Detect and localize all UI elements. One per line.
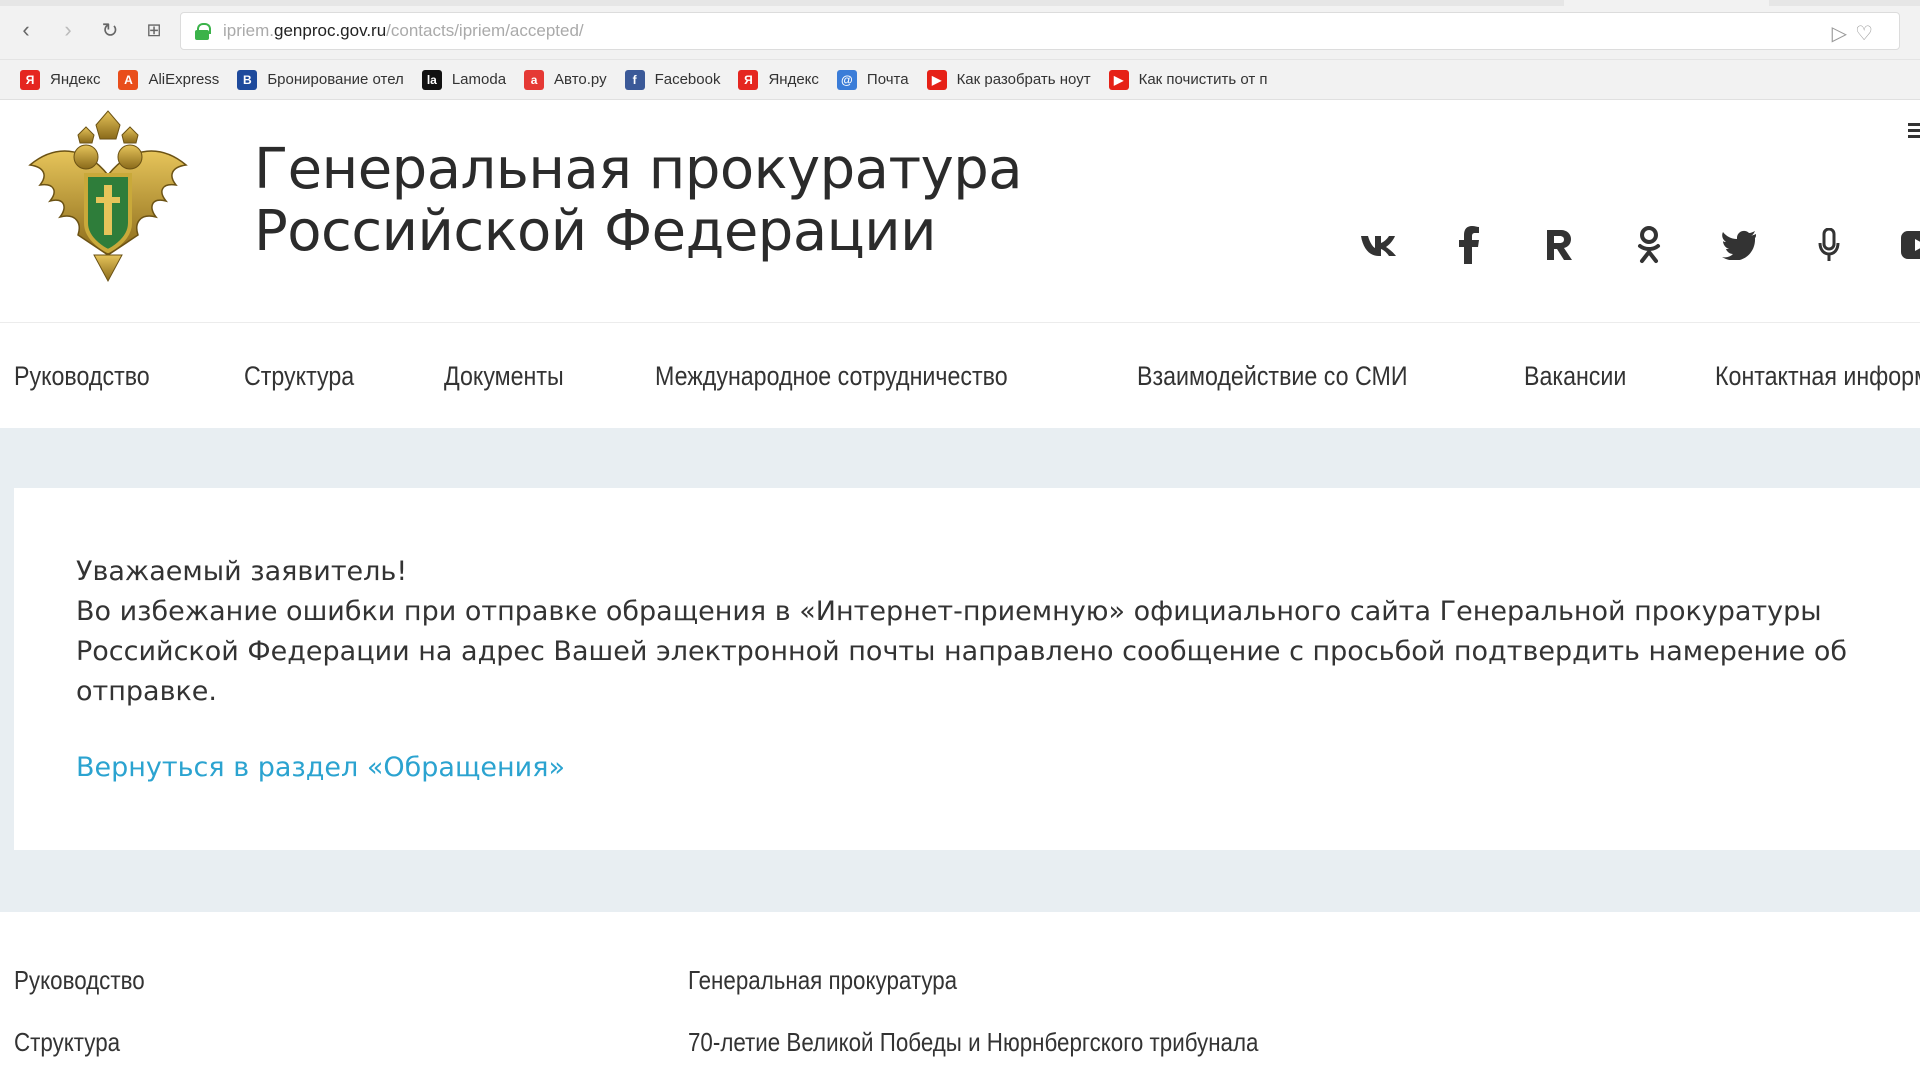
booking-icon: B [237, 69, 258, 90]
bookmark-label: Яндекс [768, 71, 819, 88]
nav-item[interactable]: Международное сотрудничество [655, 361, 1008, 392]
message-text: Во избежание ошибки при отправке обращен… [76, 596, 1848, 707]
nav-item[interactable]: Взаимодействие со СМИ [1137, 361, 1408, 392]
facebook-icon: f [624, 69, 645, 90]
bookmark-label: Авто.ру [554, 71, 607, 88]
footer: Руководство Структура Генеральная прокура… [0, 912, 1920, 1080]
youtube-icon[interactable] [1895, 221, 1920, 269]
bookmark-label: Яндекс [50, 71, 101, 88]
footer-link[interactable]: 70-летие Великой Победы и Нюрнбергского … [688, 1026, 1258, 1058]
bookmark-item[interactable]: A AliExpress [118, 69, 220, 90]
footer-right-column: Генеральная прокуратура 70-летие Великой … [688, 964, 1351, 1088]
bookmark-item[interactable]: ▶ Как разобрать ноут [926, 69, 1091, 90]
bookmark-label: AliExpress [148, 71, 220, 88]
reload-icon[interactable]: ↻ [96, 16, 124, 44]
bookmark-label: Бронирование отел [267, 71, 404, 88]
aliexpress-icon: A [118, 69, 139, 90]
bookmark-label: Как почистить от п [1138, 71, 1268, 88]
social-links [1355, 221, 1920, 269]
odnoklassniki-icon[interactable] [1625, 221, 1673, 269]
podcast-icon[interactable] [1805, 221, 1853, 269]
back-to-appeals-link[interactable]: Вернуться в раздел «Обращения» [76, 752, 565, 783]
bookmark-label: Lamoda [451, 71, 507, 88]
tabs-grid-icon[interactable]: ⊞ [140, 16, 168, 44]
url-path: /contacts/ipriem/accepted/ [386, 21, 584, 40]
address-actions: ▷♡ [1832, 21, 1881, 46]
url-prefix: ipriem. [223, 21, 275, 40]
menu-icon[interactable] [1908, 123, 1920, 141]
heart-icon[interactable]: ♡ [1855, 23, 1881, 45]
coat-of-arms-logo[interactable] [24, 105, 192, 291]
site-title-line1: Генеральная прокуратура [254, 137, 1023, 202]
send-icon[interactable]: ▷ [1832, 23, 1855, 45]
bookmark-label: Почта [866, 71, 909, 88]
bookmark-item[interactable]: f Facebook [624, 69, 721, 90]
footer-left-column: Руководство Структура [14, 964, 166, 1088]
lamoda-icon: la [421, 69, 442, 90]
lock-icon [195, 23, 211, 40]
active-tab[interactable] [1564, 0, 1769, 6]
bookmark-item[interactable]: ▶ Как почистить от п [1108, 69, 1268, 90]
yandex-icon: Я [20, 69, 40, 90]
nav-item[interactable]: Структура [244, 361, 354, 392]
bookmark-label: Facebook [654, 71, 721, 88]
nav-item[interactable]: Руководство [14, 361, 150, 392]
footer-link[interactable]: Руководство [14, 964, 145, 996]
mail-icon: @ [836, 69, 857, 90]
greeting: Уважаемый заявитель! [76, 556, 408, 587]
forward-icon[interactable]: › [54, 16, 82, 44]
bookmark-item[interactable]: Я Яндекс [738, 69, 819, 90]
twitter-icon[interactable] [1715, 221, 1763, 269]
nav-item[interactable]: Контактная информация [1715, 361, 1920, 392]
site-header: Генеральная прокуратура Российской Федер… [0, 101, 1920, 323]
footer-link[interactable]: Структура [14, 1026, 145, 1058]
bookmark-label: Как разобрать ноут [956, 71, 1091, 88]
youtube-icon: ▶ [1108, 69, 1129, 90]
bookmark-item[interactable]: B Бронирование отел [237, 69, 404, 90]
site-title: Генеральная прокуратура Российской Федер… [254, 137, 1023, 264]
browser-toolbar: ‹ › ↻ ⊞ ipriem. genproc.gov.ru/contacts/i… [0, 0, 1920, 60]
vk-icon[interactable] [1355, 221, 1403, 269]
bookmark-item[interactable]: la Lamoda [421, 69, 507, 90]
bookmark-item[interactable]: a Авто.ру [524, 69, 607, 90]
yandex-icon: Я [738, 69, 759, 90]
main-nav: Руководство Структура Документы Международн… [0, 324, 1920, 428]
rutube-icon[interactable] [1535, 221, 1583, 269]
message-body: Уважаемый заявитель! Во избежание ошибки… [76, 552, 1906, 712]
bookmark-item[interactable]: @ Почта [836, 69, 909, 90]
url-host: genproc.gov.ru [274, 21, 387, 40]
site-title-line2: Российской Федерации [254, 199, 937, 264]
bookmark-item[interactable]: Я Яндекс [20, 69, 101, 90]
nav-item[interactable]: Документы [444, 361, 564, 392]
tab-strip [0, 0, 1920, 6]
footer-link[interactable]: Генеральная прокуратура [688, 964, 1258, 996]
address-bar[interactable]: ipriem. genproc.gov.ru/contacts/ipriem/ac… [180, 12, 1900, 50]
bookmarks-bar: Я Яндекс A AliExpress B Бронирование отел la La… [0, 60, 1920, 100]
facebook-icon[interactable] [1445, 221, 1493, 269]
back-icon[interactable]: ‹ [12, 16, 40, 44]
nav-item[interactable]: Вакансии [1524, 361, 1626, 392]
youtube-icon: ▶ [926, 69, 947, 90]
autoru-icon: a [524, 69, 545, 90]
